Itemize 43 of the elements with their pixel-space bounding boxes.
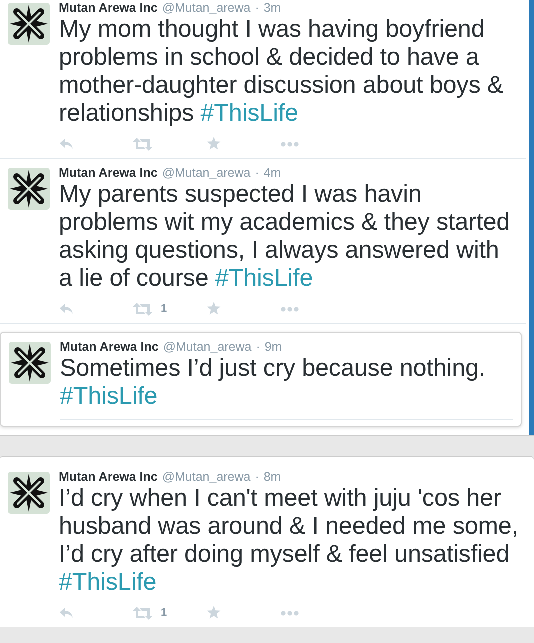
tweet-time[interactable]: 4m [264,166,282,180]
hashtag-link[interactable]: #ThisLife [60,383,158,410]
hashtag-link[interactable]: #ThisLife [200,100,298,127]
tweet-text: Sometimes I’d just cry because nothing. #ThisLife [60,355,487,411]
author-name[interactable]: Mutan Arewa Inc [59,166,158,180]
star-icon[interactable] [207,606,221,620]
author-handle: @Mutan_arewa [162,1,251,15]
more-icon[interactable] [281,306,299,312]
tweet-text: My parents suspected I was havin problems wit my academics & they started asking questions, I always answered with a lie of course #ThisLife [59,181,512,293]
more-icon[interactable] [281,610,299,616]
tweet-time[interactable]: 3m [264,1,282,15]
author-handle: @Mutan_arewa [163,340,252,354]
knot-avatar-icon[interactable] [8,3,50,45]
tweet-time[interactable]: 9m [264,340,282,354]
hashtag-link[interactable]: #ThisLife [215,265,314,292]
author-handle: @Mutan_arewa [162,166,251,180]
author-handle: @Mutan_arewa [162,470,251,484]
reply-icon[interactable] [59,138,74,150]
separator-dot: · [255,1,260,15]
separator-dot: · [255,470,260,484]
reply-icon[interactable] [59,303,74,315]
separator-dot: · [255,166,260,180]
scroll-bar[interactable] [529,0,534,435]
retweet-count: 1 [161,302,168,317]
hashtag-link[interactable]: #ThisLife [59,569,157,596]
tweet-text: My mom thought I was having boyfriend problems in school & decided to have a mother-daughter discussion about boys & relationships #ThisLife [59,16,505,128]
separator-dot: · [256,340,260,354]
more-icon[interactable] [281,142,299,146]
retweet-count: 1 [161,606,168,621]
tweet-time[interactable]: 8m [264,470,282,484]
tweet-text: I’d cry when I can't meet with juju 'cos her husband was around & I needed me some, I’d cry after doing myself & feel unsatisfied #ThisLife [59,485,520,597]
retweet-icon[interactable] [133,606,153,620]
author-name[interactable]: Mutan Arewa Inc [60,340,159,354]
star-icon[interactable] [207,302,221,316]
retweet-icon[interactable] [133,302,153,316]
star-icon[interactable] [207,137,221,151]
author-name[interactable]: Mutan Arewa Inc [59,470,158,484]
retweet-icon[interactable] [133,138,153,150]
author-name[interactable]: Mutan Arewa Inc [59,1,158,15]
knot-avatar-icon[interactable] [9,342,51,384]
knot-avatar-icon[interactable] [8,168,50,210]
reply-icon[interactable] [59,607,74,619]
knot-avatar-icon[interactable] [8,472,50,514]
